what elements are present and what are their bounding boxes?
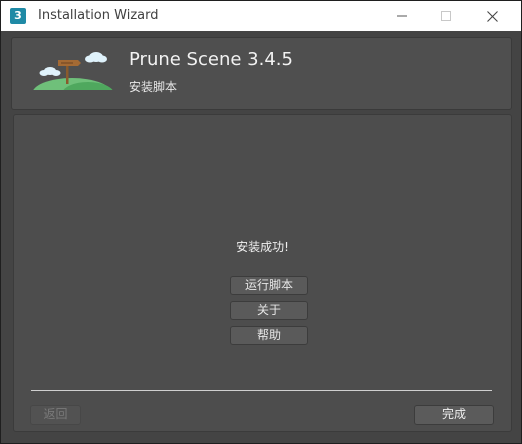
maximize-icon xyxy=(441,11,451,21)
back-button[interactable]: 返回 xyxy=(30,405,81,425)
signpost-hill-icon xyxy=(30,52,114,96)
run-script-button[interactable]: 运行脚本 xyxy=(230,276,308,295)
minimize-button[interactable] xyxy=(379,1,425,31)
content-panel: 安装成功! 运行脚本 关于 帮助 返回 完成 xyxy=(13,114,512,432)
close-button[interactable] xyxy=(469,1,515,31)
footer-divider xyxy=(31,390,492,391)
window-title: Installation Wizard xyxy=(38,8,159,23)
title-bar[interactable]: 3 Installation Wizard xyxy=(1,1,521,31)
minimize-icon xyxy=(397,15,407,17)
header-panel: Prune Scene 3.4.5 安装脚本 xyxy=(11,37,512,110)
app-icon: 3 xyxy=(10,8,26,24)
header-subtitle: 安装脚本 xyxy=(129,80,178,94)
maximize-button[interactable] xyxy=(423,1,469,31)
installer-window: 3 Installation Wizard Prune Scene 3.4.5 … xyxy=(0,0,522,444)
close-icon xyxy=(486,10,498,22)
finish-button[interactable]: 完成 xyxy=(414,405,494,425)
success-message: 安装成功! xyxy=(236,240,289,254)
about-button[interactable]: 关于 xyxy=(230,301,308,320)
help-button[interactable]: 帮助 xyxy=(230,326,308,345)
product-name: Prune Scene 3.4.5 xyxy=(129,49,293,70)
